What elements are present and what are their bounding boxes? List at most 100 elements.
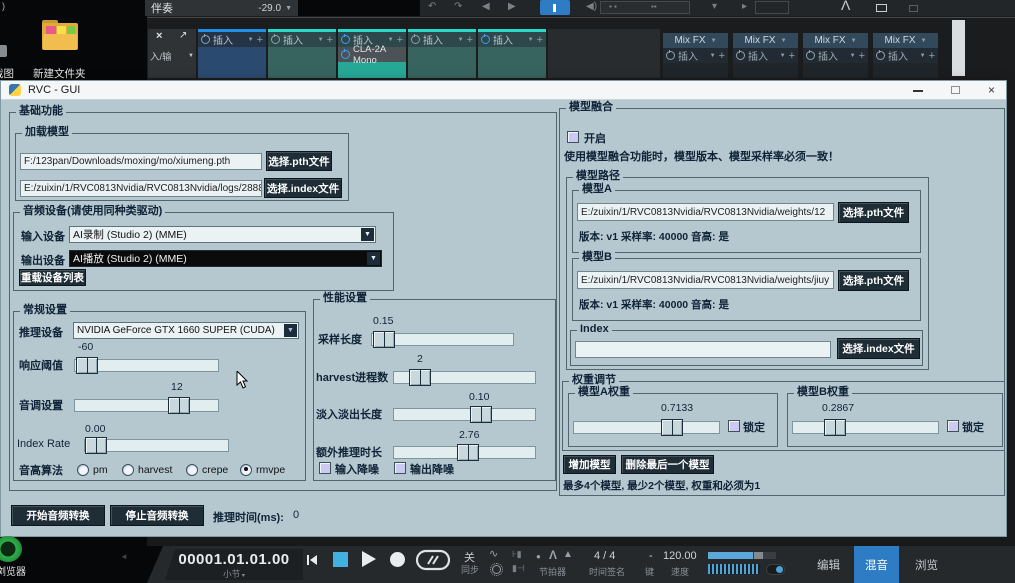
add-insert-icon[interactable]: +	[467, 34, 473, 46]
meter-toggle[interactable]	[766, 564, 785, 575]
maximize-button[interactable]	[951, 86, 960, 94]
add-insert-icon[interactable]: +	[327, 34, 333, 46]
chevron-down-icon[interactable]: ▼	[711, 38, 717, 44]
chevron-down-icon[interactable]: ▼	[781, 38, 787, 44]
toolbar-group[interactable]: ▪ ▪ ▪▪	[600, 1, 690, 14]
add-insert-icon[interactable]: +	[929, 50, 935, 62]
io-dropdown-icon[interactable]: ▼	[188, 53, 194, 59]
timesig-value[interactable]: 4 / 4	[594, 550, 615, 562]
close-button[interactable]: ×	[988, 83, 995, 97]
model-a-path-field[interactable]: E:/zuixin/1/RVC0813Nvidia/RVC0813Nvidia/…	[577, 203, 834, 221]
dropdown-icon[interactable]: ▼	[367, 252, 380, 265]
speaker-icon[interactable]: ◀)	[586, 1, 597, 12]
fusion-enable-checkbox[interactable]	[567, 131, 579, 143]
stop-conversion-button[interactable]: 停止音频转换	[110, 505, 204, 526]
radio-icon[interactable]	[122, 464, 134, 476]
chevron-down-icon[interactable]: ▼	[248, 37, 254, 43]
select-pth-button[interactable]: 选择.pth文件	[266, 151, 332, 171]
mixfx-strip-1[interactable]: Mix FX▼ 插入▼+	[663, 33, 728, 78]
settings-gear-icon[interactable]	[492, 565, 501, 574]
metronome-icon[interactable]: Λ	[549, 548, 557, 562]
chevron-down-icon[interactable]: ▼	[920, 53, 926, 59]
power-icon[interactable]	[481, 35, 490, 44]
tool-left-icon[interactable]: ◀	[482, 1, 490, 12]
mixfx-strip-3[interactable]: Mix FX▼ 插入▼+	[803, 33, 868, 78]
time-unit[interactable]: 小节 ▾	[165, 568, 303, 580]
browser-app-icon[interactable]	[0, 536, 22, 562]
input-device-select[interactable]: AI录制 (Studio 2) (MME) ▼	[69, 226, 376, 243]
select-index-button[interactable]: 选择.index文件	[264, 178, 342, 198]
insert-slot-label[interactable]: 插入	[213, 32, 233, 47]
toolbar-misc-icon2[interactable]: ▸	[742, 1, 747, 12]
track-header[interactable]: 伴奏 -29.0 ▼	[145, 0, 298, 16]
track-db-value[interactable]: -29.0	[258, 3, 281, 14]
mixer-channel-2[interactable]: 插入 ▼ +	[268, 29, 336, 78]
power-icon[interactable]	[876, 51, 885, 60]
radio-icon[interactable]	[186, 464, 198, 476]
time-display[interactable]: 00001.01.01.00 小节 ▾	[165, 549, 303, 580]
algo-option-harvest[interactable]: harvest	[122, 461, 172, 479]
toolbar-misc-icon[interactable]: ▾	[712, 1, 717, 12]
sample-length-handle[interactable]	[373, 331, 395, 348]
monitor-icon[interactable]: Λ	[841, 0, 850, 13]
mixfx-strip-2[interactable]: Mix FX▼ 插入▼+	[733, 33, 798, 78]
io-selector[interactable]: 入/输 ▼	[148, 48, 196, 63]
add-insert-icon[interactable]: +	[537, 34, 543, 46]
start-conversion-button[interactable]: 开始音频转换	[11, 505, 105, 526]
minimize-button[interactable]	[913, 90, 923, 92]
chevron-down-icon[interactable]: ▼	[710, 53, 716, 59]
insert-slot-label[interactable]: 插入	[423, 32, 443, 47]
add-insert-icon[interactable]: +	[789, 50, 795, 62]
time-value[interactable]: 00001.01.01.00	[165, 551, 303, 568]
mixer-channel-4[interactable]: 插入 ▼ +	[408, 29, 476, 78]
power-icon[interactable]	[736, 51, 745, 60]
weight-b-slider[interactable]	[792, 421, 939, 434]
browse-view-button[interactable]: 浏览	[904, 546, 949, 583]
automation-icon[interactable]: ∿	[489, 547, 498, 560]
power-icon[interactable]	[271, 35, 280, 44]
add-insert-icon[interactable]: +	[859, 50, 865, 62]
fade-length-slider[interactable]	[393, 408, 536, 421]
power-icon[interactable]	[411, 35, 420, 44]
new-folder-icon[interactable]	[42, 20, 78, 50]
close-icon[interactable]: ×	[156, 30, 162, 42]
power-icon[interactable]	[201, 35, 210, 44]
rvc-titlebar[interactable]: RVC - GUI ×	[1, 81, 1006, 100]
fusion-index-field[interactable]	[575, 341, 831, 358]
window-icon[interactable]	[876, 4, 887, 12]
threshold-slider-handle[interactable]	[76, 357, 98, 374]
chevron-down-icon[interactable]: ▼	[850, 53, 856, 59]
chevron-down-icon[interactable]: ▼	[458, 37, 464, 43]
mixer-scrollbar[interactable]	[952, 20, 965, 76]
fusion-index-select-button[interactable]: 选择.index文件	[837, 338, 920, 359]
mixer-channel-1[interactable]: 插入 ▼ +	[198, 29, 266, 78]
pitch-slider-handle[interactable]	[168, 397, 190, 414]
radio-icon[interactable]	[77, 464, 89, 476]
power-icon[interactable]	[806, 51, 815, 60]
insert-slot-label[interactable]: 插入	[283, 32, 303, 47]
mixer-channel-5[interactable]: 插入 ▼ +	[478, 29, 546, 78]
algo-option-rmvpe[interactable]: rmvpe	[240, 461, 285, 479]
tempo-value[interactable]: 120.00	[663, 550, 697, 562]
track-dropdown-icon[interactable]: ▼	[285, 5, 292, 12]
tool-right-icon[interactable]: ▶	[508, 1, 516, 12]
threshold-slider[interactable]	[74, 359, 219, 372]
tempo-meter[interactable]	[708, 552, 776, 559]
weight-a-handle[interactable]	[661, 419, 683, 436]
harvest-procs-slider[interactable]	[393, 371, 536, 384]
chevron-down-icon[interactable]: ▼	[318, 37, 324, 43]
desktop-icon-partial[interactable]	[0, 45, 7, 57]
redo-icon[interactable]: ↷	[454, 1, 462, 12]
play-button[interactable]	[362, 551, 376, 567]
desktop-screenshot-label[interactable]: 截图	[0, 66, 14, 81]
precount-icon[interactable]: ●	[536, 552, 541, 561]
record-button[interactable]	[390, 552, 405, 567]
plugin-name[interactable]: CLA-2A Mono	[353, 44, 403, 66]
inference-device-select[interactable]: NVIDIA GeForce GTX 1660 SUPER (CUDA) ▼	[73, 322, 299, 339]
punch-in-icon[interactable]: ⊦▮	[512, 549, 522, 560]
undo-icon[interactable]: ↶	[428, 1, 436, 12]
weight-b-handle[interactable]	[824, 419, 846, 436]
model-a-select-button[interactable]: 选择.pth文件	[838, 202, 909, 223]
weight-b-lock-checkbox[interactable]	[947, 420, 959, 432]
power-icon[interactable]	[666, 51, 675, 60]
